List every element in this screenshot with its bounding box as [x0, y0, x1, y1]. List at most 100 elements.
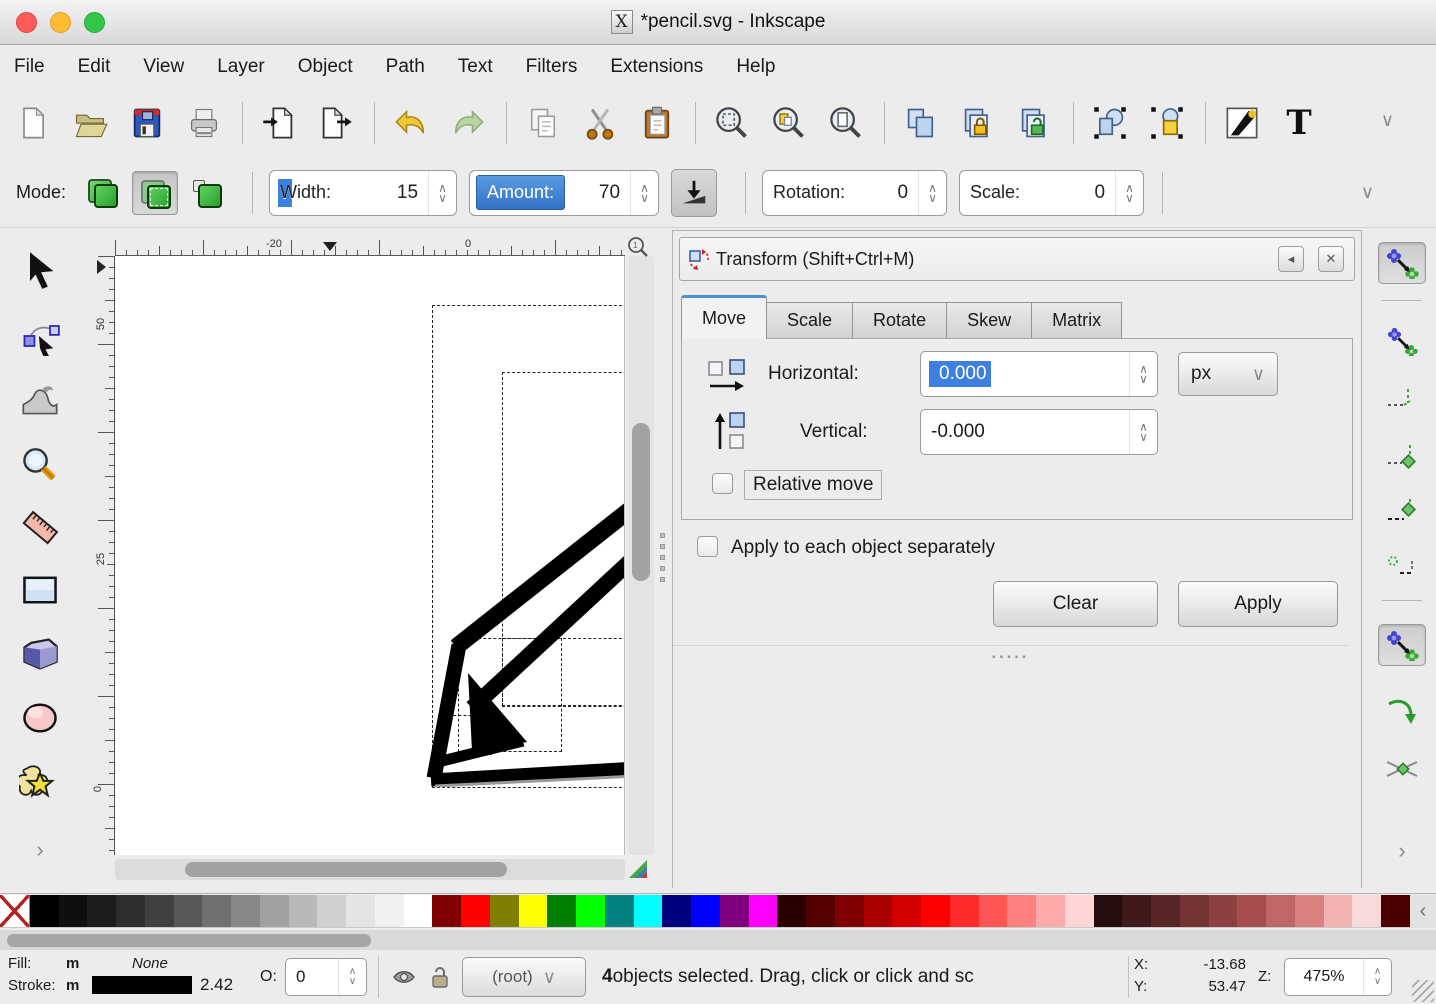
layer-visibility-icon[interactable]	[392, 965, 416, 989]
palette-swatch-none[interactable]	[0, 895, 30, 927]
palette-swatch[interactable]	[1094, 895, 1123, 927]
spin-down-icon[interactable]: ∨	[1139, 432, 1148, 442]
palette-swatch[interactable]	[576, 895, 605, 927]
spin-down-icon[interactable]: ∨	[438, 193, 447, 203]
palette-swatch[interactable]	[979, 895, 1008, 927]
zoom-drawing-button[interactable]	[766, 100, 812, 146]
amount-spinbox[interactable]: Amount: 70 ∧∨	[469, 170, 659, 216]
palette-swatch[interactable]	[1352, 895, 1381, 927]
fill-stroke-dialog-button[interactable]	[1219, 100, 1265, 146]
minimize-window-button[interactable]	[50, 12, 71, 33]
dock-collapse-button[interactable]: ◂	[1278, 246, 1304, 272]
menu-edit[interactable]: Edit	[78, 56, 111, 78]
palette-swatch[interactable]	[346, 895, 375, 927]
width-spinbox[interactable]: W Width: 15 ∧∨	[269, 170, 457, 216]
fill-stroke-indicator[interactable]: Fill: m None Stroke: m 2.42	[8, 955, 233, 995]
palette-swatch[interactable]	[174, 895, 203, 927]
new-document-button[interactable]	[10, 100, 56, 146]
spin-down-icon[interactable]: ∨	[349, 977, 356, 987]
apply-each-checkbox[interactable]	[697, 536, 718, 557]
snap-bbox-button[interactable]	[1378, 320, 1426, 362]
zoom-spinner[interactable]: ∧∨	[1363, 959, 1391, 995]
palette-swatch[interactable]	[87, 895, 116, 927]
palette-swatch[interactable]	[892, 895, 921, 927]
amount-value[interactable]: 70	[599, 182, 630, 204]
vertical-scrollbar-thumb[interactable]	[632, 423, 650, 581]
snap-path-intersections-button[interactable]	[1378, 748, 1426, 790]
width-value[interactable]: 15	[397, 182, 428, 204]
palette-swatch[interactable]	[720, 895, 749, 927]
transform-dialog-header[interactable]: Transform (Shift+Ctrl+M) ◂ ✕	[679, 237, 1355, 281]
window-resize-grip[interactable]	[1412, 980, 1434, 1002]
apply-button[interactable]: Apply	[1178, 581, 1338, 627]
close-window-button[interactable]	[16, 12, 37, 33]
palette-scrollbar-thumb[interactable]	[7, 934, 371, 947]
tab-scale[interactable]: Scale	[767, 302, 853, 339]
menu-path[interactable]: Path	[386, 56, 425, 78]
spray-mode-union-button[interactable]	[184, 171, 230, 215]
tab-skew[interactable]: Skew	[947, 302, 1032, 339]
cut-button[interactable]	[577, 100, 623, 146]
horizontal-scrollbar[interactable]	[115, 859, 625, 880]
palette-scroll-left-icon[interactable]: ‹	[1410, 895, 1436, 928]
palette-swatch[interactable]	[1151, 895, 1180, 927]
horizontal-scrollbar-thumb[interactable]	[185, 862, 507, 877]
copy-button[interactable]	[520, 100, 566, 146]
relative-move-checkbox[interactable]	[712, 473, 733, 494]
tab-matrix[interactable]: Matrix	[1032, 302, 1122, 339]
tab-move[interactable]: Move	[681, 295, 767, 339]
export-button[interactable]	[313, 100, 359, 146]
drawing-canvas[interactable]	[115, 256, 625, 855]
palette-swatch[interactable]	[1266, 895, 1295, 927]
group-button[interactable]	[1087, 100, 1133, 146]
menu-help[interactable]: Help	[736, 56, 775, 78]
palette-swatch[interactable]	[835, 895, 864, 927]
menu-object[interactable]: Object	[298, 56, 353, 78]
vertical-input[interactable]: -0.000 ∧∨	[920, 409, 1158, 455]
zoom-page-button[interactable]	[823, 100, 869, 146]
snap-bbox-edges-button[interactable]	[1378, 378, 1426, 420]
selector-tool-button[interactable]	[14, 246, 66, 294]
zoom-selection-button[interactable]	[709, 100, 755, 146]
palette-swatch[interactable]	[260, 895, 289, 927]
pencil-drawing[interactable]	[115, 256, 625, 855]
palette-swatch[interactable]	[1237, 895, 1266, 927]
print-button[interactable]	[181, 100, 227, 146]
palette-swatch[interactable]	[777, 895, 806, 927]
paste-button[interactable]	[634, 100, 680, 146]
horizontal-spinner[interactable]: ∧∨	[1129, 352, 1157, 396]
ungroup-button[interactable]	[1144, 100, 1190, 146]
toolbox-expand-chevron-icon[interactable]: ›	[14, 826, 66, 874]
width-spinner[interactable]: ∧∨	[428, 171, 456, 215]
palette-swatch[interactable]	[950, 895, 979, 927]
scale-spinbox[interactable]: Scale: 0 ∧∨	[959, 170, 1144, 216]
color-management-toggle[interactable]	[627, 858, 649, 885]
palette-swatch[interactable]	[662, 895, 691, 927]
palette-swatch[interactable]	[490, 895, 519, 927]
scale-value[interactable]: 0	[1094, 182, 1115, 204]
open-document-button[interactable]	[67, 100, 113, 146]
panel-resize-grip[interactable]	[660, 533, 665, 582]
apply-each-label[interactable]: Apply to each object separately	[731, 537, 995, 559]
palette-swatch[interactable]	[864, 895, 893, 927]
palette-swatch[interactable]	[921, 895, 950, 927]
vertical-ruler[interactable]: 50 25 0	[95, 256, 115, 855]
snap-to-paths-button[interactable]	[1378, 690, 1426, 732]
opacity-spinbox[interactable]: 0 ∧∨	[285, 958, 367, 996]
menu-view[interactable]: View	[143, 56, 184, 78]
palette-swatch[interactable]	[231, 895, 260, 927]
palette-swatch[interactable]	[30, 895, 59, 927]
zoom-value[interactable]: 475%	[1285, 968, 1363, 986]
palette-swatch[interactable]	[289, 895, 318, 927]
undo-button[interactable]	[388, 100, 434, 146]
menu-text[interactable]: Text	[458, 56, 493, 78]
palette-scrollbar[interactable]	[0, 930, 1436, 950]
vertical-scrollbar[interactable]	[628, 256, 654, 855]
spin-down-icon[interactable]: ∨	[1374, 977, 1381, 987]
palette-swatch[interactable]	[634, 895, 663, 927]
snap-nodes-button[interactable]	[1378, 490, 1426, 532]
amount-spinner[interactable]: ∧∨	[630, 171, 658, 215]
palette-swatch[interactable]	[375, 895, 404, 927]
palette-swatch[interactable]	[691, 895, 720, 927]
dock-close-button[interactable]: ✕	[1318, 246, 1344, 272]
